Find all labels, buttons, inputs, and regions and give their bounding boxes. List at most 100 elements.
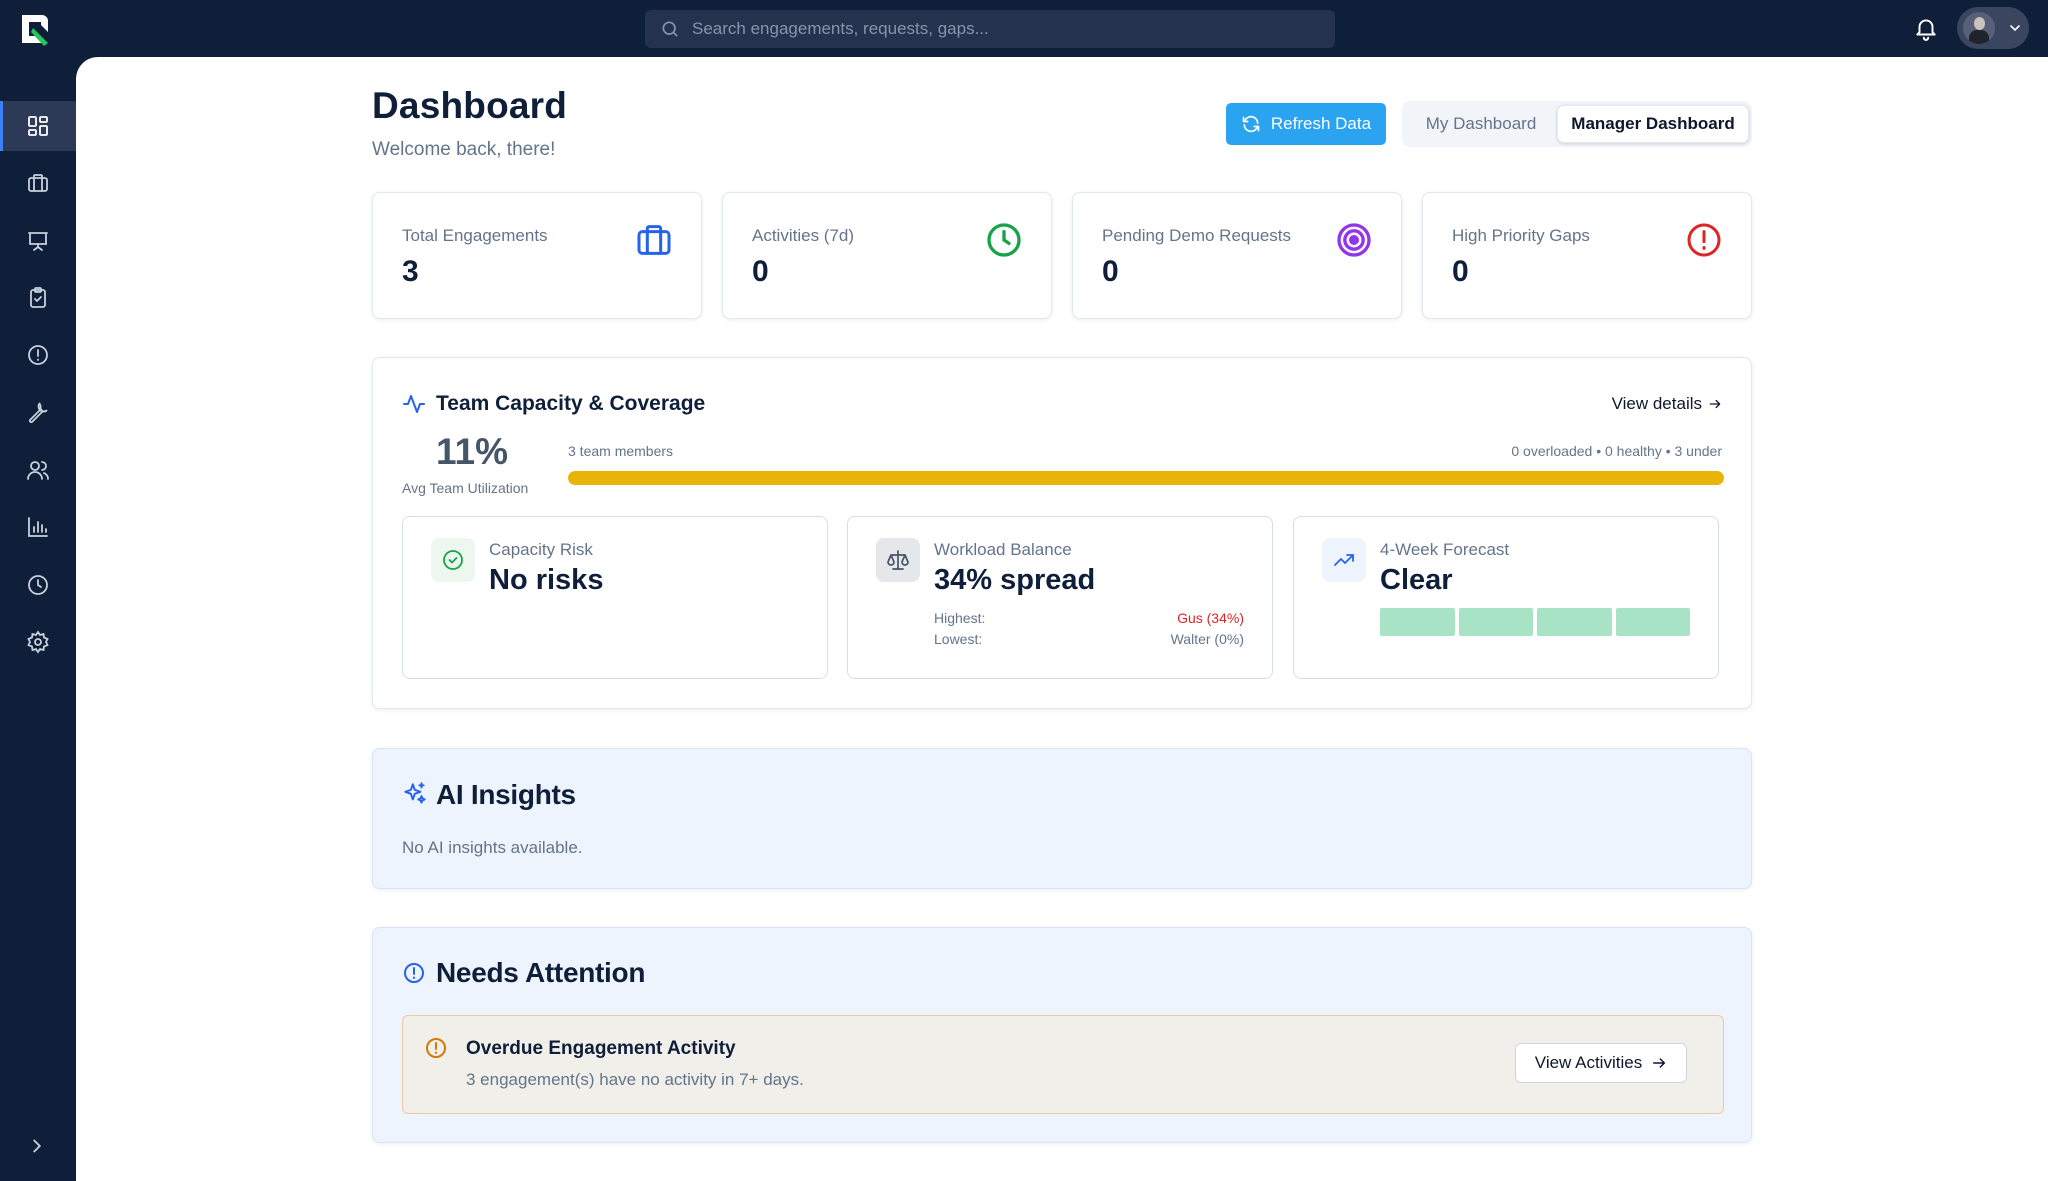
chevron-down-icon (2010, 25, 2020, 32)
view-activities-button[interactable]: View Activities (1515, 1043, 1687, 1083)
needs-attention-panel: Needs Attention Overdue Engagement Activ… (372, 927, 1752, 1143)
dashboard-icon (28, 116, 48, 136)
sidebar-item-activity[interactable] (0, 560, 76, 610)
utilization-bar-fill (568, 471, 1724, 485)
view-activities-label: View Activities (1534, 1053, 1643, 1072)
workload-balance-value: 34% spread (934, 564, 1096, 596)
forecast-icon-box (1322, 538, 1366, 582)
sidebar-item-demos[interactable] (0, 216, 76, 266)
alert-circle-icon (1687, 223, 1721, 257)
stat-value: 0 (1452, 255, 1469, 288)
sidebar-item-dashboard[interactable] (0, 101, 76, 151)
briefcase-icon (637, 225, 671, 255)
sidebar-item-tasks[interactable] (0, 273, 76, 323)
overdue-activity-alert: Overdue Engagement Activity 3 engagement… (402, 1015, 1724, 1114)
notifications-bell-icon[interactable] (1913, 15, 1939, 41)
forecast-week-block (1537, 608, 1612, 636)
alert-text: 3 engagement(s) have no activity in 7+ d… (466, 1070, 804, 1089)
stat-card-high-priority-gaps[interactable]: High Priority Gaps 0 (1422, 192, 1752, 319)
bar-chart-icon (28, 517, 48, 537)
needs-attention-title: Needs Attention (436, 957, 646, 988)
app-logo[interactable] (18, 12, 52, 46)
user-menu[interactable] (1957, 7, 2029, 49)
arrow-right-icon (1653, 1058, 1666, 1068)
stat-label: Activities (7d) (752, 226, 855, 245)
capacity-risk-icon-box (431, 538, 475, 582)
page-subtitle: Welcome back, there! (372, 139, 556, 160)
alert-circle-icon (404, 963, 424, 983)
my-dashboard-tab[interactable]: My Dashboard (1406, 105, 1556, 143)
sidebar (0, 57, 76, 1181)
workload-balance-icon-box (876, 538, 920, 582)
sidebar-item-team[interactable] (0, 445, 76, 495)
arrow-right-icon (1709, 399, 1721, 409)
capacity-risk-value: No risks (489, 564, 604, 596)
forecast-week-block (1458, 608, 1533, 636)
manager-dashboard-tab[interactable]: Manager Dashboard (1557, 105, 1749, 143)
dashboard-view-toggle: My Dashboard Manager Dashboard (1402, 101, 1752, 147)
highest-label: Highest: (934, 610, 986, 626)
check-circle-icon (443, 550, 463, 570)
view-details-label: View details (1611, 394, 1702, 413)
search-icon (662, 21, 678, 37)
workload-balance-card: Workload Balance 34% spread Highest: Gus… (847, 516, 1273, 679)
refresh-data-label: Refresh Data (1270, 114, 1372, 133)
forecast-week-block (1615, 608, 1690, 636)
forecast-label: 4-Week Forecast (1380, 540, 1510, 559)
stat-value: 3 (402, 255, 419, 288)
sidebar-item-gaps[interactable] (0, 330, 76, 380)
team-capacity-title: Team Capacity & Coverage (436, 392, 706, 415)
activity-pulse-icon (403, 395, 425, 413)
stat-label: High Priority Gaps (1452, 226, 1590, 245)
target-icon (1337, 223, 1371, 257)
presentation-icon (28, 232, 48, 251)
stat-card-pending-demo-requests[interactable]: Pending Demo Requests 0 (1072, 192, 1402, 319)
sidebar-item-settings[interactable] (0, 617, 76, 667)
sparkles-icon (404, 782, 426, 804)
refresh-data-button[interactable]: Refresh Data (1226, 103, 1386, 145)
warning-circle-icon (426, 1038, 446, 1058)
forecast-value: Clear (1380, 564, 1453, 596)
workload-balance-label: Workload Balance (934, 540, 1072, 559)
stat-label: Pending Demo Requests (1102, 226, 1292, 245)
briefcase-icon (28, 174, 48, 192)
alert-circle-icon (28, 345, 48, 365)
avg-utilization-value: 11% (436, 431, 509, 472)
capacity-risk-label: Capacity Risk (489, 540, 593, 559)
ai-insights-title: AI Insights (436, 779, 576, 810)
avatar (1963, 12, 1995, 44)
utilization-bar (568, 471, 1724, 485)
stat-card-total-engagements[interactable]: Total Engagements 3 (372, 192, 702, 319)
trending-up-icon (1334, 554, 1354, 566)
page-title: Dashboard (372, 85, 568, 126)
refresh-icon (1242, 115, 1260, 133)
sidebar-item-reports[interactable] (0, 502, 76, 552)
capacity-risk-card: Capacity Risk No risks (402, 516, 828, 679)
stat-card-activities[interactable]: Activities (7d) 0 (722, 192, 1052, 319)
stat-value: 0 (752, 255, 769, 288)
global-search[interactable] (645, 10, 1335, 48)
users-icon (27, 461, 49, 480)
clock-icon (28, 575, 48, 595)
stat-label: Total Engagements (402, 226, 548, 245)
view-details-link[interactable]: View details (1612, 394, 1722, 414)
clock-icon (987, 223, 1021, 257)
team-capacity-panel: Team Capacity & Coverage View details 11… (372, 357, 1752, 709)
forecast-week-block (1380, 608, 1455, 636)
top-bar (0, 0, 2048, 57)
main-panel: Dashboard Welcome back, there! Refresh D… (76, 57, 2048, 1181)
alert-title: Overdue Engagement Activity (466, 1038, 736, 1059)
search-input[interactable] (692, 19, 1292, 39)
forecast-weeks (1380, 608, 1690, 636)
expand-sidebar-chevron-icon[interactable] (26, 1135, 48, 1157)
clipboard-check-icon (30, 287, 46, 308)
stat-value: 0 (1102, 255, 1119, 288)
avg-utilization-label: Avg Team Utilization (402, 480, 529, 496)
team-status-summary: 0 overloaded • 0 healthy • 3 under (1511, 443, 1722, 459)
sidebar-item-engagements[interactable] (0, 158, 76, 208)
sidebar-item-tools[interactable] (0, 387, 76, 437)
wrench-icon (28, 402, 48, 424)
highest-value: Gus (34%) (1177, 610, 1244, 626)
ai-insights-empty-text: No AI insights available. (402, 838, 583, 857)
forecast-card: 4-Week Forecast Clear (1293, 516, 1719, 679)
